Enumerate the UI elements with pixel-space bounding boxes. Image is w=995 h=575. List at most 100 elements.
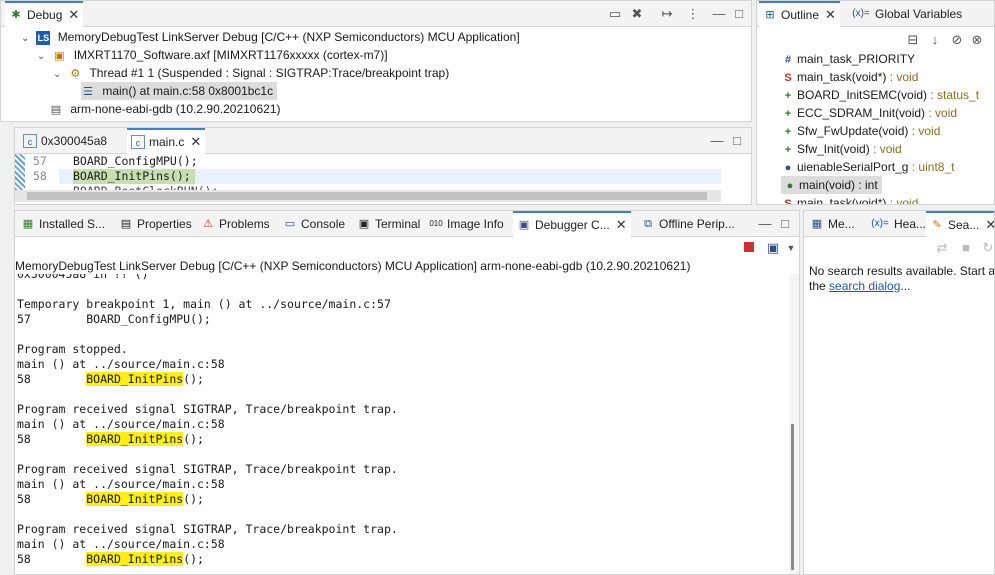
c-file-icon: c xyxy=(131,135,145,149)
minimize-view-icon[interactable]: — xyxy=(711,6,727,22)
outline-item[interactable]: + Sfw_Init(void) : void xyxy=(779,140,902,158)
view-menu-icon[interactable]: ⋮ xyxy=(685,6,701,22)
outline-item-name: uienableSerialPort_g xyxy=(797,160,909,174)
change-ruler xyxy=(15,154,25,190)
tab-label: Image Info xyxy=(447,217,504,231)
tree-item-thread[interactable]: ⌄ ⚙ Thread #1 1 (Suspended : Signal : SI… xyxy=(53,64,449,82)
tab-installed-sdks[interactable]: ▦ Installed S... xyxy=(17,211,109,237)
thread-icon: ⚙ xyxy=(70,67,81,80)
chevron-down-icon[interactable]: ⌄ xyxy=(21,30,33,48)
line-number: 58 xyxy=(33,169,47,183)
tab-problems[interactable]: ⚠ Problems xyxy=(197,211,274,237)
editor-hscrollbar[interactable] xyxy=(15,190,721,202)
highlighted-symbol: BOARD_InitPins xyxy=(86,432,184,446)
minimize-view-icon[interactable]: — xyxy=(709,133,725,149)
gdb-icon: ▤ xyxy=(50,103,62,116)
macro-icon: # xyxy=(784,54,792,66)
chevron-down-icon[interactable]: ⌄ xyxy=(53,66,65,84)
chevron-down-icon[interactable]: ⌄ xyxy=(37,48,49,66)
static-function-icon: S xyxy=(784,72,792,84)
tab-heap[interactable]: (x)= Hea... xyxy=(866,211,930,237)
maximize-view-icon[interactable]: □ xyxy=(777,216,793,232)
close-icon[interactable]: ✕ xyxy=(825,7,836,23)
tab-terminal[interactable]: ▣ Terminal xyxy=(353,211,424,237)
tab-offline-peripherals[interactable]: ⧉ Offline Perip... xyxy=(637,211,739,237)
tab-label: Terminal xyxy=(375,217,421,231)
tab-outline[interactable]: ⊞ Outline ✕ xyxy=(759,1,840,27)
minimize-view-icon[interactable]: — xyxy=(757,216,773,232)
line-suffix: (); xyxy=(183,492,204,506)
outline-item[interactable]: # main_task_PRIORITY xyxy=(779,50,915,68)
tab-disassembly[interactable]: c 0x300045a8 xyxy=(19,128,111,154)
previous-searches-icon[interactable]: ↻ xyxy=(980,240,994,256)
close-icon[interactable]: ✕ xyxy=(985,217,994,233)
tab-global-variables[interactable]: (x)= Global Variables xyxy=(847,1,966,27)
maximize-view-icon[interactable]: □ xyxy=(729,133,745,149)
hide-fields-icon[interactable]: ⊘ xyxy=(949,32,965,48)
line-prefix: 58 xyxy=(17,432,87,446)
outline-item[interactable]: + ECC_SDRAM_Init(void) : void xyxy=(779,104,957,122)
c-file-icon: c xyxy=(23,134,37,148)
tab-debug[interactable]: ✱ Debug ✕ xyxy=(5,1,84,27)
tree-item-process[interactable]: ⌄ ▣ IMXRT1170_Software.axf [MIMXRT1176xx… xyxy=(37,46,388,64)
debug-tabbar: ✱ Debug ✕ ▭ ✖ ↦ ⋮ — □ xyxy=(1,1,751,27)
tab-main-c[interactable]: c main.c ✕ xyxy=(127,128,206,154)
outline-item-name: ECC_SDRAM_Init(void) xyxy=(797,106,926,120)
static-function-icon: S xyxy=(784,198,792,204)
scroll-thumb[interactable] xyxy=(791,424,794,570)
debug-view: ✱ Debug ✕ ▭ ✖ ↦ ⋮ — □ ⌄ LS MemoryDebugTe… xyxy=(0,0,752,122)
console-vscrollbar[interactable] xyxy=(789,274,799,574)
minimize-icon[interactable]: ▭ xyxy=(607,6,623,22)
close-icon[interactable]: ✕ xyxy=(190,134,201,150)
outline-item[interactable]: Smain_task(void*) : void xyxy=(779,194,918,204)
tree-item-label: main() at main.c:58 0x8001bc1c xyxy=(102,84,274,98)
collapse-all-icon[interactable]: ⊟ xyxy=(905,32,921,48)
search-again-icon[interactable]: ⇄ xyxy=(934,240,950,256)
tree-item-gdb[interactable]: ▤ arm-none-eabi-gdb (10.2.90.20210621) xyxy=(49,100,281,118)
tree-item-launch[interactable]: ⌄ LS MemoryDebugTest LinkServer Debug [C… xyxy=(21,28,520,46)
tab-console[interactable]: ▭ Console xyxy=(279,211,349,237)
problems-icon: ⚠ xyxy=(203,218,213,230)
close-icon[interactable]: ✕ xyxy=(616,217,627,233)
outline-item-name: Sfw_FwUpdate(void) xyxy=(797,124,909,138)
console-line: main () at ../source/main.c:58 xyxy=(17,357,225,371)
tab-label: Debugger C... xyxy=(535,218,610,232)
remove-terminated-icon[interactable]: ✖ xyxy=(629,6,645,22)
search-message-line: No search results available. Start a s xyxy=(809,264,995,278)
terminate-icon[interactable] xyxy=(741,240,757,256)
search-dialog-link[interactable]: search dialog xyxy=(829,279,900,293)
step-filter-icon[interactable]: ↦ xyxy=(659,6,675,22)
outline-item[interactable]: + BOARD_InitSEMC(void) : status_t xyxy=(779,86,979,104)
hide-static-icon[interactable]: ⊗ xyxy=(969,32,985,48)
tab-debug-label: Debug xyxy=(27,8,63,22)
tab-label: Offline Perip... xyxy=(659,217,735,231)
scroll-thumb[interactable] xyxy=(27,192,707,200)
console-line: 58 BOARD_InitPins(); xyxy=(17,492,204,507)
outline-item[interactable]: ● uienableSerialPort_g : uint8_t xyxy=(779,158,955,176)
outline-item-name: main_task_PRIORITY xyxy=(797,52,916,66)
sort-icon[interactable]: ↓ xyxy=(927,32,943,48)
tab-properties[interactable]: ▤ Properties xyxy=(115,211,196,237)
outline-item-selected[interactable]: ● main(void) : int xyxy=(781,176,882,194)
console-line: main () at ../source/main.c:58 xyxy=(17,417,225,431)
display-console-icon[interactable]: ▣ xyxy=(765,240,781,256)
peripherals-icon: ⧉ xyxy=(644,218,652,230)
highlighted-symbol: BOARD_InitPins xyxy=(86,372,184,386)
tree-item-stack-frame[interactable]: ☰ main() at main.c:58 0x8001bc1c xyxy=(81,82,278,100)
console-output[interactable]: 0x300045a8 in ?? () Temporary breakpoint… xyxy=(15,274,789,574)
maximize-view-icon[interactable]: □ xyxy=(731,6,747,22)
tab-label: Properties xyxy=(137,217,192,231)
tab-image-info[interactable]: 010 Image Info xyxy=(425,211,508,237)
dropdown-icon[interactable]: ▼ xyxy=(783,240,799,256)
outline-item[interactable]: Smain_task(void*) : void xyxy=(779,68,918,86)
tab-memory[interactable]: ▦ Me... xyxy=(806,211,859,237)
tab-label: Me... xyxy=(828,217,855,231)
cancel-search-icon[interactable]: ■ xyxy=(958,240,974,256)
code-area[interactable]: 57 BOARD_ConfigMPU(); 58 BOARD_InitPins(… xyxy=(15,154,721,190)
console-line: 58 BOARD_InitPins(); xyxy=(17,432,204,447)
close-icon[interactable]: ✕ xyxy=(68,7,79,23)
variable-icon: ● xyxy=(784,162,792,174)
outline-item[interactable]: + Sfw_FwUpdate(void) : void xyxy=(779,122,941,140)
tab-debugger-console[interactable]: ▣ Debugger C... ✕ xyxy=(513,211,631,237)
tab-search[interactable]: ✎ Sea... ✕ xyxy=(926,211,994,237)
